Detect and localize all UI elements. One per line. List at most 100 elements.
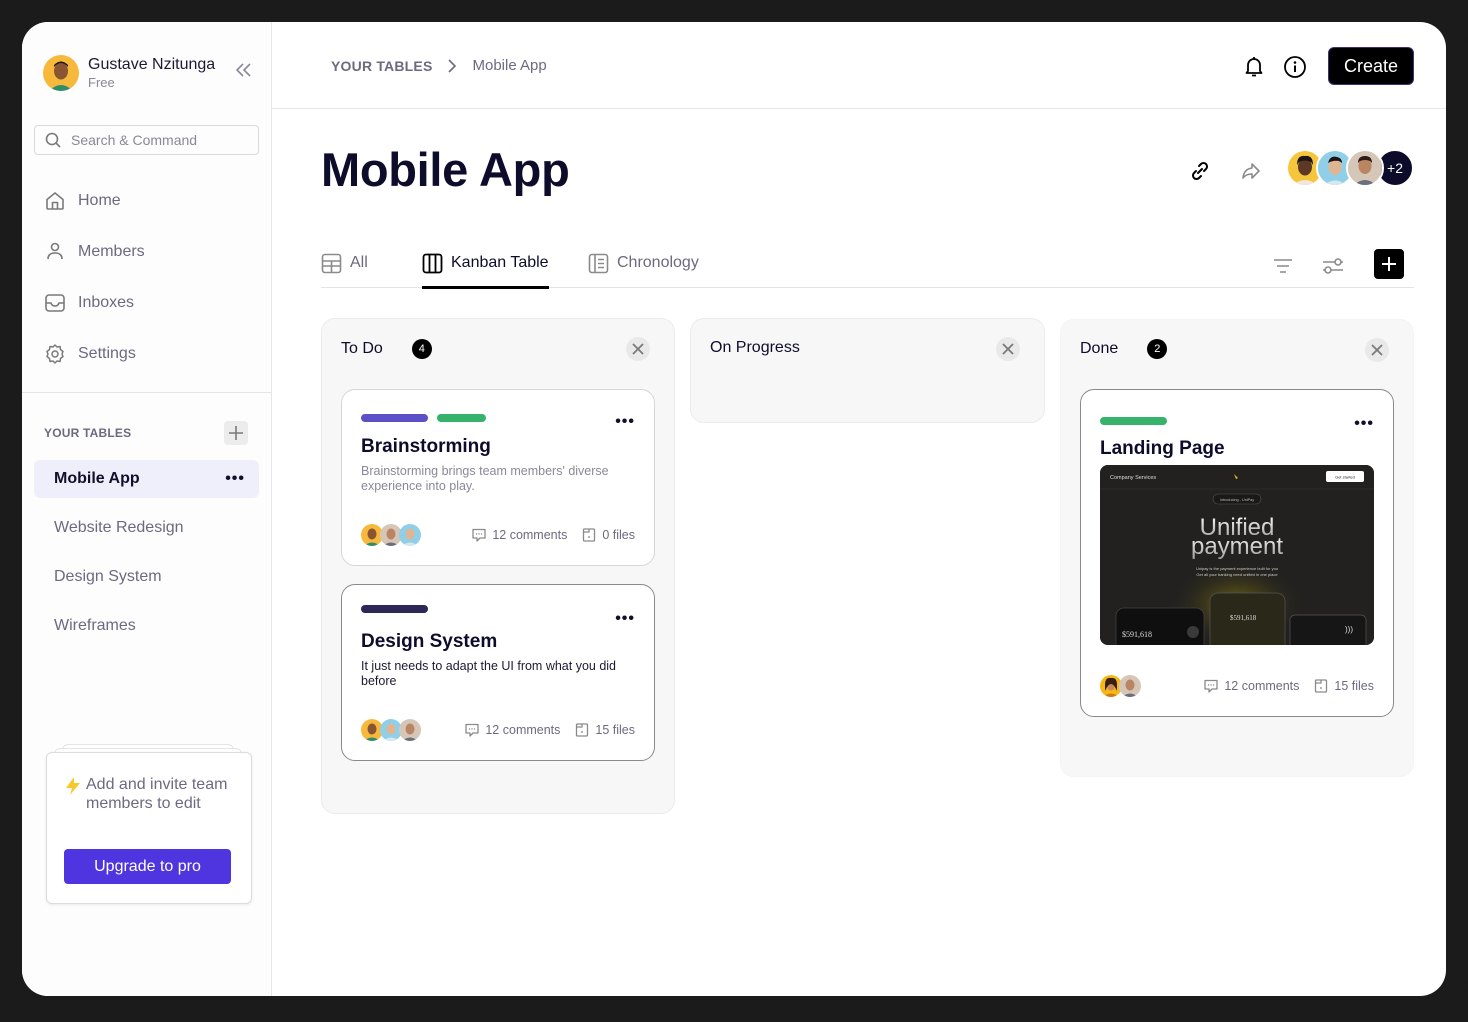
search-icon xyxy=(45,132,61,148)
close-column-button[interactable] xyxy=(996,337,1020,361)
tab-label: Kanban Table xyxy=(451,254,549,271)
nav-item-home[interactable]: Home xyxy=(44,184,145,218)
collaborators[interactable]: +2 xyxy=(1286,149,1414,187)
close-column-button[interactable] xyxy=(1365,338,1389,362)
kanban-card[interactable]: ••• Design System It just needs to adapt… xyxy=(341,584,655,761)
column-on-progress: On Progress xyxy=(690,318,1045,423)
search-field[interactable] xyxy=(34,125,259,155)
close-column-button[interactable] xyxy=(626,337,650,361)
comments-count[interactable]: 12 comments xyxy=(1203,678,1299,694)
preview-sub-2: Get all your banking need unified in one… xyxy=(1196,572,1278,577)
file-icon xyxy=(583,528,596,542)
files-label: 15 files xyxy=(595,723,635,737)
share-button[interactable] xyxy=(1239,159,1263,183)
tables-section-title: YOUR TABLES xyxy=(44,426,132,440)
top-bar: YOUR TABLES Mobile App Create xyxy=(272,22,1446,109)
sliders-icon xyxy=(1323,258,1343,274)
table-item-label: Mobile App xyxy=(54,470,140,487)
label-bar xyxy=(437,414,486,422)
nav-item-inboxes[interactable]: Inboxes xyxy=(44,286,145,320)
upgrade-message: Add and invite team members to edit xyxy=(63,775,246,813)
main-content: YOUR TABLES Mobile App Create Mobile App xyxy=(272,22,1446,996)
copy-link-button[interactable] xyxy=(1188,159,1212,183)
nav-item-settings[interactable]: Settings xyxy=(44,337,145,371)
comment-icon xyxy=(472,528,486,542)
comments-count[interactable]: 12 comments xyxy=(471,527,567,543)
landing-page-preview: Company Services Get started Introducing… xyxy=(1100,465,1374,645)
card-preview-image[interactable]: Company Services Get started Introducing… xyxy=(1100,465,1374,645)
add-view-button[interactable] xyxy=(1374,249,1404,279)
page-title: Mobile App xyxy=(321,143,570,196)
create-button[interactable]: Create xyxy=(1328,47,1414,85)
tab-all[interactable]: All xyxy=(321,253,368,288)
column-header: On Progress xyxy=(710,339,800,357)
sidebar-table-wireframes[interactable]: Wireframes xyxy=(34,607,259,645)
tab-label: Chronology xyxy=(617,254,699,271)
svg-text:))): ))) xyxy=(1345,625,1353,634)
collapse-sidebar-button[interactable] xyxy=(234,60,254,80)
comments-label: 12 comments xyxy=(485,723,561,737)
comment-icon xyxy=(1204,679,1219,693)
view-settings-button[interactable] xyxy=(1321,254,1345,278)
link-icon xyxy=(1191,161,1209,181)
collaborator-avatar xyxy=(1346,149,1384,187)
files-count[interactable]: 0 files xyxy=(581,527,635,543)
card-title: Brainstorming xyxy=(361,436,491,457)
filter-button[interactable] xyxy=(1271,254,1295,278)
preview-nav-links: Company Services xyxy=(1110,475,1156,481)
gear-icon xyxy=(46,344,64,364)
sidebar-table-design-system[interactable]: Design System xyxy=(34,558,259,596)
files-count[interactable]: 15 files xyxy=(1313,678,1374,694)
comments-count[interactable]: 12 comments xyxy=(464,722,560,738)
bell-icon xyxy=(1245,57,1263,77)
table-item-label: Wireframes xyxy=(54,617,136,634)
nav-label: Home xyxy=(78,192,121,209)
card-description: It just needs to adapt the UI from what … xyxy=(361,659,617,688)
table-item-label: Design System xyxy=(54,568,162,585)
file-icon xyxy=(576,723,589,737)
tab-chronology[interactable]: Chronology xyxy=(588,253,699,288)
card-assignees xyxy=(361,719,421,741)
card-labels xyxy=(361,605,437,613)
add-table-button[interactable] xyxy=(224,421,248,445)
assignee-avatar xyxy=(399,719,421,741)
tables-section-header: YOUR TABLES xyxy=(44,421,248,445)
avatar xyxy=(43,55,79,91)
more-options-icon[interactable]: ••• xyxy=(225,471,245,487)
inbox-icon xyxy=(45,294,65,312)
search-input[interactable] xyxy=(71,132,241,148)
card-title: Design System xyxy=(361,631,498,652)
label-bar xyxy=(361,414,428,422)
notifications-button[interactable] xyxy=(1242,54,1266,78)
column-header: Done 2 xyxy=(1080,339,1168,359)
sidebar-table-mobile-app[interactable]: Mobile App ••• xyxy=(34,460,259,498)
breadcrumb-root[interactable]: YOUR TABLES xyxy=(331,58,433,74)
kanban-card[interactable]: ••• Brainstorming Brainstorming brings t… xyxy=(341,389,655,566)
upgrade-panel: Add and invite team members to edit Upgr… xyxy=(46,744,252,904)
nav-item-members[interactable]: Members xyxy=(44,235,145,269)
user-name: Gustave Nzitunga xyxy=(88,56,216,73)
files-label: 0 files xyxy=(602,528,635,542)
card-menu-icon[interactable]: ••• xyxy=(615,414,635,430)
card-menu-icon[interactable]: ••• xyxy=(1354,416,1374,432)
upgrade-text: Add and invite team members to edit xyxy=(86,776,228,812)
files-count[interactable]: 15 files xyxy=(574,722,635,738)
preview-sub-1: Unipay is the payment experience built f… xyxy=(1196,566,1278,571)
grid-icon xyxy=(321,253,342,274)
columns-icon xyxy=(422,253,443,274)
comments-label: 12 comments xyxy=(1224,679,1300,693)
user-profile[interactable]: Gustave Nzitunga Free xyxy=(43,55,215,91)
sidebar-table-website-redesign[interactable]: Website Redesign xyxy=(34,509,259,547)
user-icon xyxy=(47,242,63,260)
kanban-card[interactable]: ••• Landing Page Company Services Get st… xyxy=(1080,389,1394,717)
info-button[interactable] xyxy=(1283,55,1307,79)
card-labels xyxy=(361,414,495,422)
tab-kanban-table[interactable]: Kanban Table xyxy=(422,253,549,289)
upgrade-button[interactable]: Upgrade to pro xyxy=(64,849,231,884)
column-header: To Do 4 xyxy=(341,339,432,359)
main-nav: Home Members Inboxes Settings xyxy=(44,184,145,388)
card-menu-icon[interactable]: ••• xyxy=(615,611,635,627)
card-footer: 12 comments 0 files xyxy=(361,524,635,546)
plus-icon xyxy=(1382,257,1396,271)
column-to-do: To Do 4 ••• Brainstorming Brainstorming … xyxy=(321,318,675,814)
